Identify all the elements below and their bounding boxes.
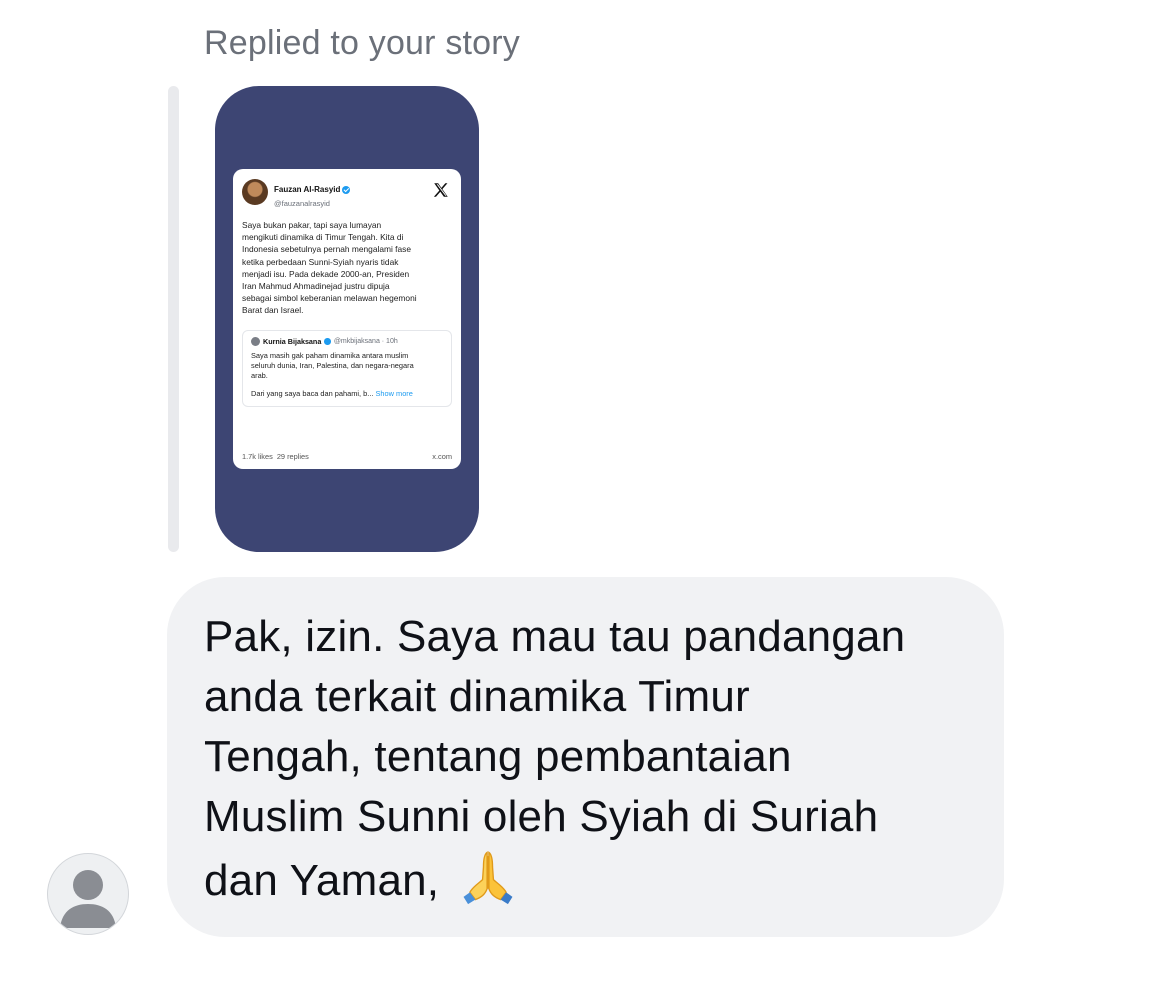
show-more-link: Show more [375,389,413,399]
quoted-tweet-preview-line: Dari yang saya baca dan pahami, b... Sho… [251,389,444,398]
message-text: Pak, izin. Saya mau tau pandangan anda t… [204,607,974,911]
tweet-author-name: Fauzan Al-Rasyid [274,184,341,194]
quoted-author-avatar [251,337,260,347]
tweet-stats: 1.7k likes 29 replies [242,452,309,461]
quoted-author-handle: @mkbijaksana · 10h [333,338,398,346]
reply-indicator-bar [168,86,179,552]
x-logo-icon [433,183,448,197]
message-bubble[interactable]: Pak, izin. Saya mau tau pandangan anda t… [167,577,1004,937]
sender-avatar[interactable] [47,853,129,935]
tweet-domain: x.com [432,452,452,461]
dm-conversation: Replied to your story Fauzan Al-Rasyid @… [0,0,1170,985]
tweet-author-handle: @fauzanalrasyid [274,199,330,208]
quoted-author-name: Kurnia Bijaksana [263,337,322,347]
quoted-tweet-preview: Dari yang saya baca dan pahami, b... [251,389,374,399]
quoted-tweet: Kurnia Bijaksana @mkbijaksana · 10h Saya… [242,329,452,407]
replied-to-story-label: Replied to your story [204,24,521,62]
story-preview[interactable]: Fauzan Al-Rasyid @fauzanalrasyid Saya bu… [215,86,479,552]
tweet-screenshot-card: Fauzan Al-Rasyid @fauzanalrasyid Saya bu… [233,169,461,469]
quoted-tweet-header: Kurnia Bijaksana @mkbijaksana · 10h [251,337,444,347]
tweet-footer: 1.7k likes 29 replies x.com [242,452,452,461]
tweet-author-block: Fauzan Al-Rasyid @fauzanalrasyid [274,181,351,209]
folded-hands-icon [463,851,513,905]
tweet-author-avatar [242,179,268,205]
tweet-header: Fauzan Al-Rasyid @fauzanalrasyid [242,179,452,209]
verified-badge-icon [342,185,351,194]
tweet-body: Saya bukan pakar, tapi saya lumayan meng… [242,220,417,316]
tweet-replies: 29 replies [276,452,309,461]
quoted-tweet-body: Saya masih gak paham dinamika antara mus… [251,350,414,381]
message-text-content: Pak, izin. Saya mau tau pandangan anda t… [204,612,906,905]
default-person-avatar-icon [60,870,116,928]
tweet-likes: 1.7k likes [242,452,273,461]
quoted-verified-badge-icon [324,338,331,345]
